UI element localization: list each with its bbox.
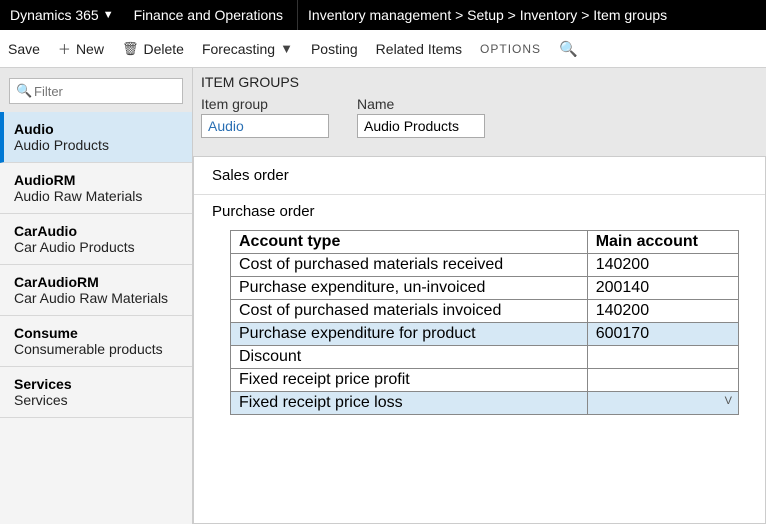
- sidebar-item-caraudiorm[interactable]: CarAudioRMCar Audio Raw Materials: [0, 265, 192, 316]
- sidebar-item-code: CarAudio: [14, 223, 182, 239]
- cell-main-account[interactable]: 600170: [587, 323, 738, 346]
- cell-main-account[interactable]: 200140: [587, 277, 738, 300]
- name-field[interactable]: [357, 114, 485, 138]
- module-name: Finance and Operations: [128, 7, 297, 23]
- new-button[interactable]: ＋ New: [58, 39, 104, 58]
- cell-account-type[interactable]: Cost of purchased materials invoiced: [231, 300, 588, 323]
- cell-main-account[interactable]: 140200: [587, 254, 738, 277]
- breadcrumb[interactable]: Inventory management > Setup > Inventory…: [297, 0, 667, 30]
- table-row[interactable]: Cost of purchased materials invoiced1402…: [231, 300, 739, 323]
- item-group-label: Item group: [201, 96, 329, 112]
- table-row[interactable]: Fixed receipt price profit: [231, 369, 739, 392]
- sidebar-item-desc: Consumerable products: [14, 341, 182, 357]
- related-items-button[interactable]: Related Items: [376, 41, 462, 57]
- posting-button[interactable]: Posting: [311, 41, 358, 57]
- cell-main-account[interactable]: [587, 369, 738, 392]
- main-area: 🔍 AudioAudio ProductsAudioRMAudio Raw Ma…: [0, 68, 766, 524]
- col-main-account[interactable]: Main account: [587, 231, 738, 254]
- filter-icon: 🔍: [16, 83, 32, 99]
- section-title: ITEM GROUPS: [201, 72, 758, 94]
- sidebar-item-code: CarAudioRM: [14, 274, 182, 290]
- sidebar-item-audio[interactable]: AudioAudio Products: [0, 112, 192, 163]
- chevron-down-icon: ▼: [103, 9, 114, 21]
- purchase-order-label[interactable]: Purchase order: [212, 203, 747, 220]
- cell-account-type[interactable]: Fixed receipt price profit: [231, 369, 588, 392]
- header-block: ITEM GROUPS Item group Name: [193, 68, 766, 156]
- sidebar-item-desc: Services: [14, 392, 182, 408]
- table-row[interactable]: Purchase expenditure, un-invoiced200140: [231, 277, 739, 300]
- table-row[interactable]: Fixed receipt price loss: [231, 392, 739, 415]
- sidebar: 🔍 AudioAudio ProductsAudioRMAudio Raw Ma…: [0, 68, 193, 524]
- table-row[interactable]: Cost of purchased materials received1402…: [231, 254, 739, 277]
- forecasting-button[interactable]: Forecasting ▼: [202, 41, 293, 57]
- top-bar: Dynamics 365 ▼ Finance and Operations In…: [0, 0, 766, 30]
- sales-order-section[interactable]: Sales order: [194, 157, 765, 195]
- name-label: Name: [357, 96, 485, 112]
- app-switcher[interactable]: Dynamics 365 ▼: [10, 7, 128, 23]
- cell-account-type[interactable]: Purchase expenditure for product: [231, 323, 588, 346]
- content-area: ITEM GROUPS Item group Name Sales order …: [193, 68, 766, 524]
- chevron-down-icon: ▼: [280, 41, 293, 56]
- sidebar-item-consume[interactable]: ConsumeConsumerable products: [0, 316, 192, 367]
- purchase-order-section: Purchase order Account type Main account…: [194, 195, 765, 415]
- item-group-field[interactable]: [201, 114, 329, 138]
- sidebar-item-code: AudioRM: [14, 172, 182, 188]
- sidebar-item-code: Audio: [14, 121, 182, 137]
- plus-icon: ＋: [58, 39, 71, 58]
- detail-panel: Sales order Purchase order Account type …: [193, 156, 766, 524]
- table-row[interactable]: Purchase expenditure for product600170: [231, 323, 739, 346]
- cell-account-type[interactable]: Discount: [231, 346, 588, 369]
- search-icon: 🔍: [559, 40, 578, 58]
- table-row[interactable]: Discount: [231, 346, 739, 369]
- sidebar-item-services[interactable]: ServicesServices: [0, 367, 192, 418]
- action-bar: Save ＋ New 🗑 Delete Forecasting ▼ Postin…: [0, 30, 766, 68]
- sidebar-item-desc: Car Audio Products: [14, 239, 182, 255]
- delete-button[interactable]: 🗑 Delete: [122, 41, 184, 57]
- cell-main-account[interactable]: [587, 346, 738, 369]
- cell-account-type[interactable]: Purchase expenditure, un-invoiced: [231, 277, 588, 300]
- cell-account-type[interactable]: Cost of purchased materials received: [231, 254, 588, 277]
- cell-main-account[interactable]: 140200: [587, 300, 738, 323]
- cell-main-account[interactable]: [587, 392, 738, 415]
- search-button[interactable]: 🔍: [559, 40, 578, 58]
- app-name: Dynamics 365: [10, 7, 99, 23]
- sidebar-item-desc: Car Audio Raw Materials: [14, 290, 182, 306]
- cell-account-type[interactable]: Fixed receipt price loss: [231, 392, 588, 415]
- sidebar-item-desc: Audio Raw Materials: [14, 188, 182, 204]
- sidebar-item-desc: Audio Products: [14, 137, 182, 153]
- sidebar-item-code: Consume: [14, 325, 182, 341]
- filter-input[interactable]: [9, 78, 183, 104]
- sidebar-item-caraudio[interactable]: CarAudioCar Audio Products: [0, 214, 192, 265]
- save-button[interactable]: Save: [8, 41, 40, 57]
- options-button[interactable]: OPTIONS: [480, 42, 541, 56]
- trash-icon: 🗑: [122, 41, 139, 57]
- sidebar-item-audiorm[interactable]: AudioRMAudio Raw Materials: [0, 163, 192, 214]
- item-group-list: AudioAudio ProductsAudioRMAudio Raw Mate…: [0, 112, 192, 418]
- account-table: Account type Main account Cost of purcha…: [230, 230, 739, 415]
- col-account-type[interactable]: Account type: [231, 231, 588, 254]
- sidebar-item-code: Services: [14, 376, 182, 392]
